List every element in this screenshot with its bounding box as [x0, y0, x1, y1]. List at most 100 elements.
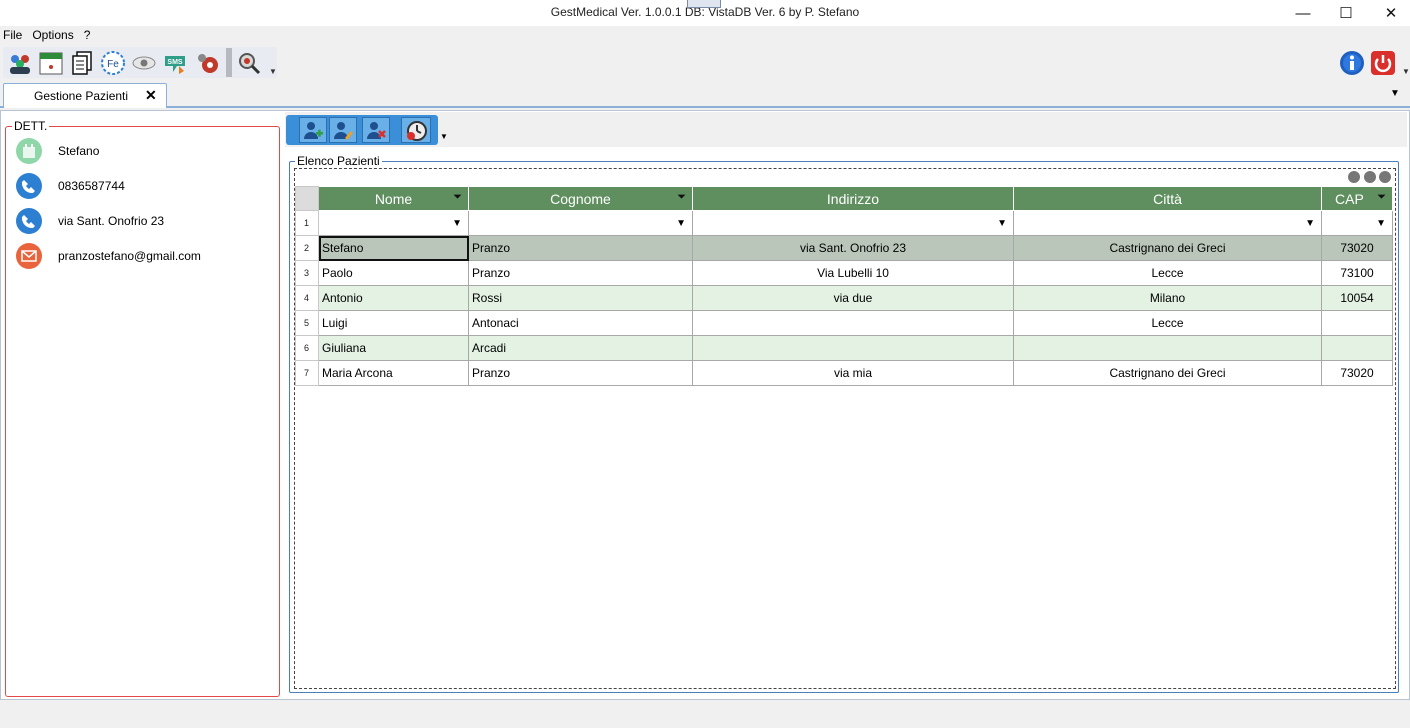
toolbar-overflow-icon[interactable]: ▼ — [269, 67, 277, 76]
cell-citta[interactable]: Castrignano dei Greci — [1013, 360, 1322, 386]
table-row[interactable]: 4 Antonio Rossi via due Milano 10054 — [295, 285, 1393, 311]
chevron-down-icon[interactable]: ▼ — [1376, 218, 1386, 229]
cell-nome[interactable]: Luigi — [318, 310, 469, 336]
filter-cell-indirizzo[interactable]: ▼ — [692, 210, 1014, 236]
cell-indirizzo[interactable]: via Sant. Onofrio 23 — [692, 235, 1014, 261]
history-button[interactable] — [401, 117, 431, 143]
row-header-corner — [295, 186, 319, 211]
info-icon[interactable] — [1339, 50, 1365, 76]
cell-citta[interactable]: Castrignano dei Greci — [1013, 235, 1322, 261]
right-toolbar-overflow-icon[interactable]: ▼ — [1402, 67, 1410, 76]
cell-nome[interactable]: Maria Arcona — [318, 360, 469, 386]
column-header-indirizzo[interactable]: Indirizzo — [692, 186, 1014, 211]
cell-citta[interactable]: Milano — [1013, 285, 1322, 311]
cell-cognome[interactable]: Rossi — [468, 285, 693, 311]
cell-cognome[interactable]: Pranzo — [468, 360, 693, 386]
column-label: Cognome — [550, 190, 611, 207]
cell-cap[interactable]: 73020 — [1321, 360, 1393, 386]
table-row[interactable]: 6 Giuliana Arcadi — [295, 335, 1393, 361]
filter-cell-cognome[interactable]: ▼ — [468, 210, 693, 236]
cell-indirizzo[interactable]: via mia — [692, 360, 1014, 386]
column-header-cognome[interactable]: Cognome ⏷ — [468, 186, 693, 211]
filter-icon[interactable]: ⏷ — [453, 191, 462, 204]
chevron-down-icon[interactable]: ▼ — [997, 218, 1007, 229]
table-row[interactable]: 2 Stefano Pranzo via Sant. Onofrio 23 Ca… — [295, 235, 1393, 261]
row-number: 5 — [295, 310, 319, 336]
cell-cap[interactable] — [1321, 310, 1393, 336]
window-dot-icon[interactable] — [1379, 171, 1391, 183]
window-dot-icon[interactable] — [1364, 171, 1376, 183]
search-tool-icon[interactable] — [236, 50, 262, 76]
grid-toolbar-overflow-icon[interactable]: ▼ — [440, 132, 448, 141]
table-row[interactable]: 5 Luigi Antonaci Lecce — [295, 310, 1393, 336]
filter-cell-citta[interactable]: ▼ — [1013, 210, 1322, 236]
chevron-down-icon[interactable]: ▼ — [452, 218, 462, 229]
calendar-icon[interactable] — [38, 50, 64, 76]
tab-close-icon[interactable]: ✕ — [145, 87, 157, 104]
tab-gestione-pazienti[interactable]: Gestione Pazienti ✕ — [3, 83, 167, 108]
cell-indirizzo[interactable] — [692, 335, 1014, 361]
cell-citta[interactable]: Lecce — [1013, 310, 1322, 336]
filter-cell-nome[interactable]: ▼ — [318, 210, 469, 236]
power-icon[interactable] — [1370, 50, 1396, 76]
detail-phone: 0836587744 — [58, 179, 125, 193]
phone-icon — [16, 173, 42, 199]
filter-icon[interactable]: ⏷ — [1377, 191, 1386, 204]
cell-cap[interactable]: 10054 — [1321, 285, 1393, 311]
chevron-down-icon[interactable]: ▼ — [676, 218, 686, 229]
menu-options[interactable]: Options — [29, 27, 80, 45]
edit-patient-button[interactable] — [329, 117, 357, 143]
cell-cap[interactable]: 73020 — [1321, 235, 1393, 261]
cell-indirizzo[interactable] — [692, 310, 1014, 336]
cell-nome[interactable]: Giuliana — [318, 335, 469, 361]
fe-icon-label: Fe — [107, 59, 119, 70]
documents-icon[interactable] — [69, 50, 95, 76]
column-header-nome[interactable]: Nome ⏷ — [318, 186, 469, 211]
table-row[interactable]: 3 Paolo Pranzo Via Lubelli 10 Lecce 7310… — [295, 260, 1393, 286]
column-label: Città — [1153, 190, 1182, 207]
menu-help[interactable]: ? — [81, 27, 98, 45]
row-number: 2 — [295, 235, 319, 261]
window-dot-icon[interactable] — [1348, 171, 1360, 183]
filter-cell-cap[interactable]: ▼ — [1321, 210, 1393, 236]
tab-list-dropdown-icon[interactable]: ▼ — [1390, 88, 1400, 99]
eye-icon[interactable] — [131, 50, 157, 76]
cell-indirizzo[interactable]: Via Lubelli 10 — [692, 260, 1014, 286]
status-bar — [0, 701, 1410, 728]
column-header-cap[interactable]: CAP ⏷ — [1321, 186, 1393, 211]
cell-citta[interactable]: Lecce — [1013, 260, 1322, 286]
cell-cognome[interactable]: Antonaci — [468, 310, 693, 336]
delete-patient-button[interactable] — [362, 117, 390, 143]
cell-cognome[interactable]: Pranzo — [468, 235, 693, 261]
settings-icon[interactable] — [195, 50, 221, 76]
grid-toolbar — [286, 115, 438, 145]
maximize-button[interactable]: ☐ — [1323, 0, 1369, 26]
column-header-citta[interactable]: Città — [1013, 186, 1322, 211]
table-row[interactable]: 7 Maria Arcona Pranzo via mia Castrignan… — [295, 360, 1393, 386]
cell-cap[interactable] — [1321, 335, 1393, 361]
patients-icon[interactable] — [7, 50, 33, 76]
fe-icon[interactable]: Fe — [100, 50, 126, 76]
cell-cognome[interactable]: Arcadi — [468, 335, 693, 361]
filter-row: 1 ▼ ▼ ▼ ▼ ▼ — [295, 210, 1393, 236]
menu-file[interactable]: File — [0, 27, 29, 45]
minimize-button[interactable]: — — [1280, 0, 1326, 26]
patients-table: Nome ⏷ Cognome ⏷ Indirizzo Città CAP ⏷ 1 ▼ … — [295, 186, 1393, 386]
sms-icon[interactable]: SMS — [162, 50, 188, 76]
cell-citta[interactable] — [1013, 335, 1322, 361]
cell-nome[interactable]: Antonio — [318, 285, 469, 311]
detail-phone-row: 0836587744 — [16, 172, 125, 200]
cell-indirizzo[interactable]: via due — [692, 285, 1014, 311]
title-grip-handle[interactable] — [687, 0, 721, 8]
cell-nome[interactable]: Stefano — [318, 235, 469, 261]
details-legend: DETT. — [12, 119, 50, 133]
cell-cognome[interactable]: Pranzo — [468, 260, 693, 286]
filter-icon[interactable]: ⏷ — [677, 191, 686, 204]
close-button[interactable]: ✕ — [1368, 0, 1410, 26]
detail-email-row: pranzostefano@gmail.com — [16, 242, 201, 270]
row-number: 4 — [295, 285, 319, 311]
add-patient-button[interactable] — [299, 117, 327, 143]
cell-cap[interactable]: 73100 — [1321, 260, 1393, 286]
chevron-down-icon[interactable]: ▼ — [1305, 218, 1315, 229]
cell-nome[interactable]: Paolo — [318, 260, 469, 286]
